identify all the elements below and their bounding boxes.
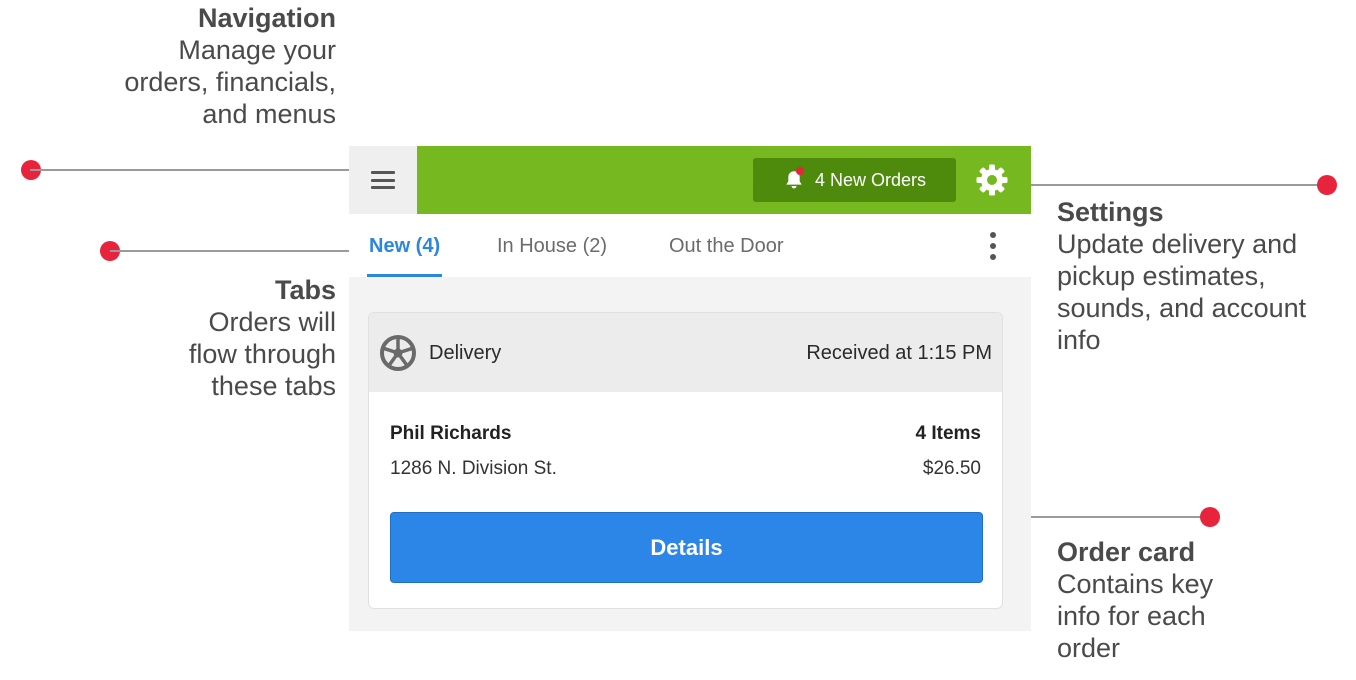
order-tabs: New (4) In House (2) Out the Door xyxy=(349,214,1031,277)
notification-dot xyxy=(795,167,804,175)
tabs-callout-line: Orders will xyxy=(208,307,336,337)
tab-new[interactable]: New (4) xyxy=(366,214,443,277)
details-button[interactable]: Details xyxy=(390,512,983,583)
more-options-icon[interactable] xyxy=(985,232,1001,260)
wheel-icon xyxy=(379,334,417,372)
order-card-callout-leader xyxy=(1031,516,1211,518)
gear-icon xyxy=(976,164,1008,196)
settings-callout-dot xyxy=(1317,175,1337,195)
navigation-callout-title: Navigation xyxy=(197,3,336,33)
customer-name: Phil Richards xyxy=(390,423,512,444)
navigation-callout-line: and menus xyxy=(202,99,336,129)
tabs-callout-leader xyxy=(110,250,349,252)
order-total: $26.50 xyxy=(922,458,981,479)
navigation-callout-leader xyxy=(30,169,349,171)
hamburger-menu-icon xyxy=(371,171,395,189)
new-orders-label: 4 New Orders xyxy=(814,169,927,190)
bell-icon xyxy=(783,167,805,191)
received-time: Received at 1:15 PM xyxy=(806,342,992,364)
settings-button[interactable] xyxy=(975,163,1009,197)
navigation-callout-line: Manage your xyxy=(178,35,336,65)
navigation-callout-line: orders, financials, xyxy=(124,67,336,97)
top-bar: 4 New Orders xyxy=(349,146,1031,214)
delivery-address: 1286 N. Division St. xyxy=(390,458,557,479)
order-card-callout-title: Order card xyxy=(1057,537,1196,567)
tab-in-house[interactable]: In House (2) xyxy=(497,214,607,277)
tabs-callout-title: Tabs xyxy=(274,275,336,305)
settings-callout-line: Update delivery and xyxy=(1057,229,1298,259)
order-card-callout-dot xyxy=(1200,507,1220,527)
tab-out-the-door[interactable]: Out the Door xyxy=(669,214,784,277)
order-card-callout-line: info for each xyxy=(1057,601,1206,631)
settings-callout-leader xyxy=(1031,184,1327,186)
new-orders-button[interactable]: 4 New Orders xyxy=(753,158,956,202)
settings-callout-title: Settings xyxy=(1057,197,1164,227)
order-card-header: Delivery Received at 1:15 PM xyxy=(369,313,1002,392)
order-type: Delivery xyxy=(429,342,502,364)
settings-callout: Settings Update delivery and pickup esti… xyxy=(1057,196,1356,356)
order-card: Delivery Received at 1:15 PM Phil Richar… xyxy=(368,312,1003,609)
order-card-callout-line: order xyxy=(1057,633,1121,663)
item-count: 4 Items xyxy=(915,423,981,444)
settings-callout-line: pickup estimates, xyxy=(1057,261,1266,291)
settings-callout-line: info xyxy=(1057,325,1101,355)
navigation-callout: Navigation Manage your orders, financial… xyxy=(40,2,336,130)
tabs-callout: Tabs Orders will flow through these tabs xyxy=(40,274,336,402)
tabs-callout-line: these tabs xyxy=(211,371,336,401)
hamburger-menu-button[interactable] xyxy=(349,146,417,214)
order-card-callout: Order card Contains key info for each or… xyxy=(1057,536,1356,664)
order-card-callout-line: Contains key xyxy=(1057,569,1214,599)
orders-app: 4 New Orders New (4) In House (2) Out th… xyxy=(349,146,1031,631)
tabs-callout-line: flow through xyxy=(188,339,336,369)
settings-callout-line: sounds, and account xyxy=(1057,293,1307,323)
